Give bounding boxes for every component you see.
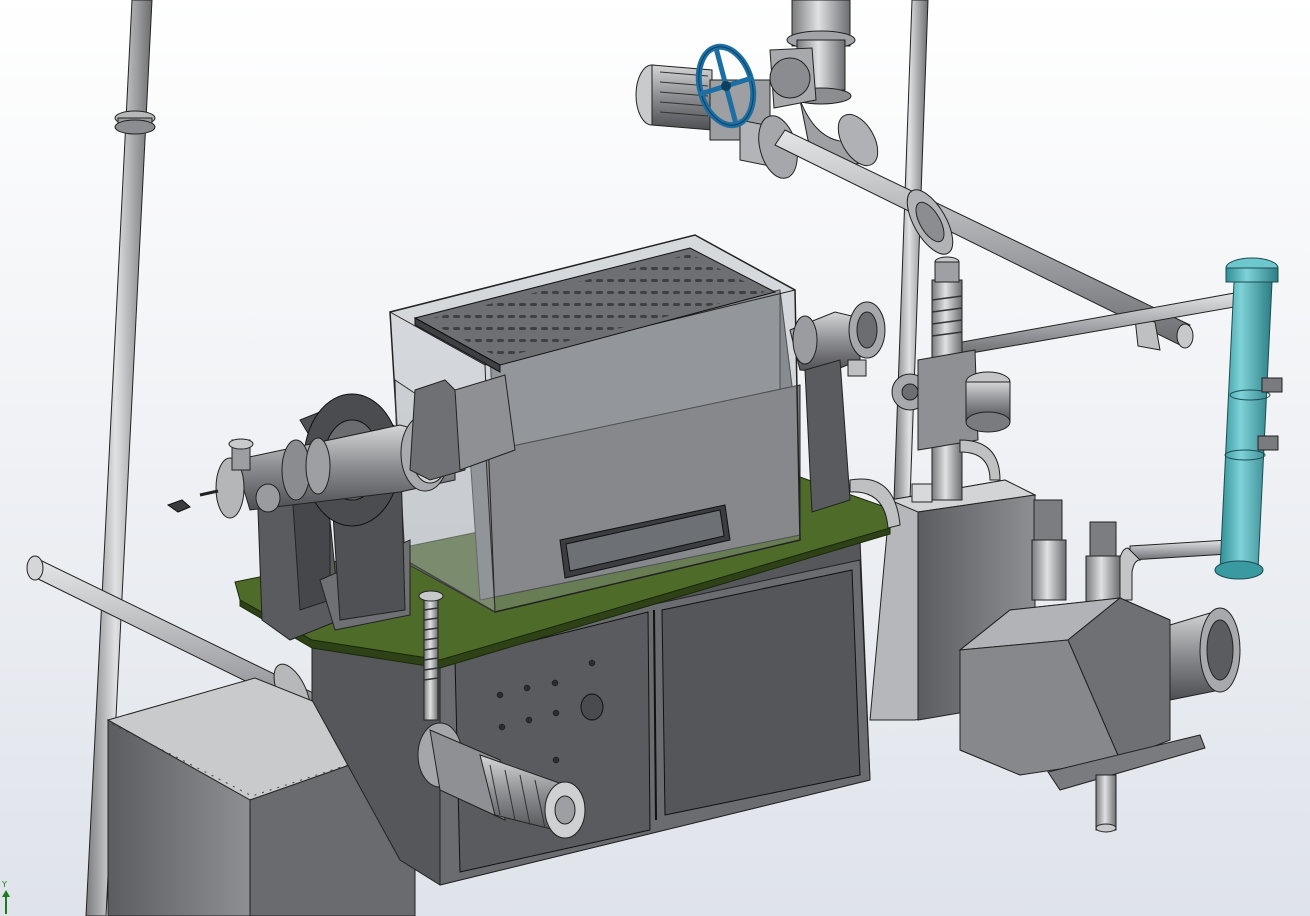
cad-viewport[interactable]: Y <box>0 0 1310 916</box>
right-vertical-pump-1[interactable] <box>1031 499 1067 601</box>
triad-y-axis-label: Y <box>2 880 7 889</box>
axis-arrow-icon <box>2 890 10 914</box>
assembly-scene[interactable] <box>0 0 1310 916</box>
right-vertical-pump-2[interactable] <box>1085 521 1121 603</box>
